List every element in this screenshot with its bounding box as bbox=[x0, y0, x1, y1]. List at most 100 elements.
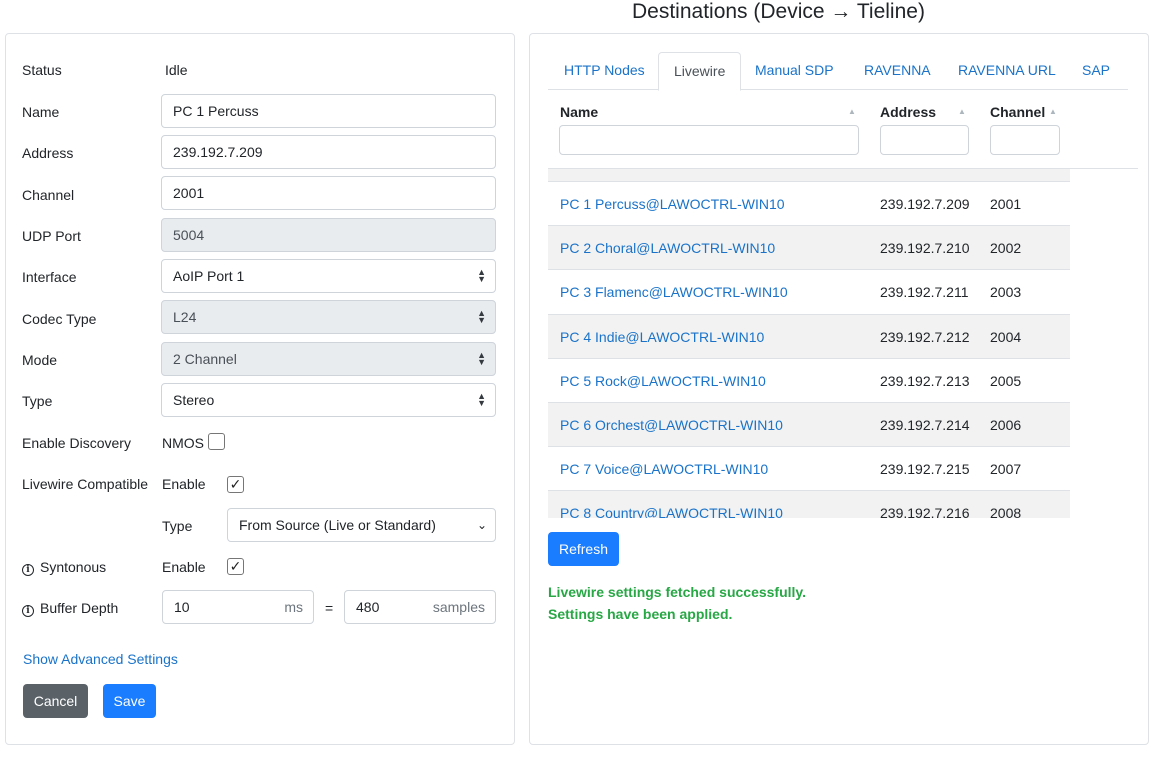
updown-arrows-icon: ▲ ▼ bbox=[477, 267, 486, 284]
table-row[interactable]: PC 1 Percuss@LAWOCTRL-WIN10 239.192.7.20… bbox=[548, 181, 1070, 225]
buffer-ms-input[interactable]: 10 ms bbox=[162, 590, 314, 624]
nmos-checkbox[interactable] bbox=[208, 433, 225, 450]
cancel-button[interactable]: Cancel bbox=[23, 684, 88, 718]
tab-ravenna-url[interactable]: RAVENNA URL bbox=[943, 52, 1071, 90]
sort-arrow-icon[interactable]: ▲ bbox=[848, 107, 856, 116]
source-channel: 2007 bbox=[990, 461, 1022, 477]
table-row[interactable]: PC 4 Indie@LAWOCTRL-WIN10 239.192.7.212 … bbox=[548, 314, 1070, 358]
table-row[interactable]: PC 5 Rock@LAWOCTRL-WIN10 239.192.7.213 2… bbox=[548, 358, 1070, 402]
source-address: 239.192.7.213 bbox=[880, 373, 970, 389]
column-header-channel[interactable]: Channel bbox=[990, 104, 1045, 120]
name-input[interactable]: PC 1 Percuss bbox=[161, 94, 496, 128]
source-channel: 2004 bbox=[990, 329, 1022, 345]
buffer-ms-value: 10 bbox=[174, 599, 190, 615]
source-address: 239.192.7.211 bbox=[880, 284, 969, 300]
type-value: Stereo bbox=[173, 392, 215, 408]
source-name-link[interactable]: PC 7 Voice@LAWOCTRL-WIN10 bbox=[560, 447, 768, 491]
buffer-depth-label-text: Buffer Depth bbox=[40, 600, 119, 616]
address-input[interactable]: 239.192.7.209 bbox=[161, 135, 496, 169]
info-icon[interactable]: i bbox=[22, 564, 34, 576]
table-row[interactable]: PC 6 Orchest@LAWOCTRL-WIN10 239.192.7.21… bbox=[548, 402, 1070, 446]
source-address: 239.192.7.215 bbox=[880, 461, 970, 477]
codec-type-label: Codec Type bbox=[22, 311, 97, 327]
syntonous-enable-label: Enable bbox=[162, 559, 206, 575]
interface-label: Interface bbox=[22, 269, 77, 285]
ms-unit: ms bbox=[284, 599, 303, 615]
livewire-type-value: From Source (Live or Standard) bbox=[239, 517, 436, 533]
source-address: 239.192.7.209 bbox=[880, 196, 970, 212]
tab-http-nodes[interactable]: HTTP Nodes bbox=[549, 52, 660, 90]
mode-value: 2 Channel bbox=[173, 351, 237, 367]
table-row[interactable]: PC 7 Voice@LAWOCTRL-WIN10 239.192.7.215 … bbox=[548, 446, 1070, 490]
tab-ravenna[interactable]: RAVENNA bbox=[849, 52, 946, 90]
nmos-label: NMOS bbox=[162, 435, 204, 451]
name-filter-input[interactable] bbox=[559, 125, 859, 155]
codec-type-value: L24 bbox=[173, 309, 197, 325]
tab-sap[interactable]: SAP bbox=[1067, 52, 1125, 90]
interface-select[interactable]: AoIP Port 1 ▲ ▼ bbox=[161, 259, 496, 293]
samples-unit: samples bbox=[432, 599, 485, 615]
udp-port-input: 5004 bbox=[161, 218, 496, 252]
tab-manual-sdp[interactable]: Manual SDP bbox=[740, 52, 849, 90]
source-name-link[interactable]: PC 8 Country@LAWOCTRL-WIN10 bbox=[560, 491, 783, 518]
source-name-link[interactable]: PC 6 Orchest@LAWOCTRL-WIN10 bbox=[560, 403, 783, 447]
source-address: 239.192.7.212 bbox=[880, 329, 970, 345]
sources-table-body[interactable]: PC 1 Percuss@LAWOCTRL-WIN10 239.192.7.20… bbox=[548, 168, 1070, 518]
equals-sign: = bbox=[325, 600, 334, 616]
source-name-link[interactable]: PC 4 Indie@LAWOCTRL-WIN10 bbox=[560, 315, 764, 359]
source-name-link[interactable]: PC 5 Rock@LAWOCTRL-WIN10 bbox=[560, 359, 766, 403]
address-filter-input[interactable] bbox=[880, 125, 969, 155]
status-value: Idle bbox=[165, 62, 188, 78]
buffer-samples-value: 480 bbox=[356, 599, 380, 615]
column-header-address[interactable]: Address bbox=[880, 104, 936, 120]
type-select[interactable]: Stereo ▲ ▼ bbox=[161, 383, 496, 417]
syntonous-label: i Syntonous bbox=[22, 559, 106, 576]
address-label: Address bbox=[22, 145, 74, 161]
column-header-name[interactable]: Name bbox=[560, 104, 598, 120]
livewire-compatible-label: Livewire Compatible bbox=[22, 476, 149, 492]
source-name-link[interactable]: PC 3 Flamenc@LAWOCTRL-WIN10 bbox=[560, 270, 788, 314]
buffer-samples-input[interactable]: 480 samples bbox=[344, 590, 496, 624]
status-message: Settings have been applied. bbox=[548, 606, 733, 622]
source-channel: 2008 bbox=[990, 505, 1022, 518]
channel-filter-input[interactable] bbox=[990, 125, 1060, 155]
source-name-link[interactable]: PC 2 Choral@LAWOCTRL-WIN10 bbox=[560, 226, 775, 270]
table-row[interactable]: PC 8 Country@LAWOCTRL-WIN10 239.192.7.21… bbox=[548, 490, 1070, 518]
chevron-down-icon: ⌄ bbox=[476, 518, 487, 532]
channel-input[interactable]: 2001 bbox=[161, 176, 496, 210]
livewire-type-select[interactable]: From Source (Live or Standard) ⌄ bbox=[227, 508, 496, 542]
name-label: Name bbox=[22, 104, 60, 120]
info-icon[interactable]: i bbox=[22, 605, 34, 617]
table-row[interactable]: PC 3 Flamenc@LAWOCTRL-WIN10 239.192.7.21… bbox=[548, 269, 1070, 313]
syntonous-enable-checkbox[interactable]: ✓ bbox=[227, 558, 244, 575]
sort-arrow-icon[interactable]: ▲ bbox=[958, 107, 966, 116]
page-title: Destinations (Device → Tieline) bbox=[632, 0, 925, 23]
status-message: Livewire settings fetched successfully. bbox=[548, 584, 807, 600]
syntonous-label-text: Syntonous bbox=[40, 559, 107, 575]
codec-type-select: L24 ▲ ▼ bbox=[161, 300, 496, 334]
updown-arrows-icon: ▲ ▼ bbox=[477, 350, 486, 367]
source-address: 239.192.7.216 bbox=[880, 505, 970, 518]
mode-label: Mode bbox=[22, 352, 58, 368]
checkmark-icon: ✓ bbox=[229, 558, 242, 574]
source-channel: 2005 bbox=[990, 373, 1022, 389]
source-channel: 2002 bbox=[990, 240, 1022, 256]
tab-livewire[interactable]: Livewire bbox=[658, 52, 742, 91]
show-advanced-settings-link[interactable]: Show Advanced Settings bbox=[23, 651, 178, 667]
status-label: Status bbox=[22, 62, 62, 78]
type-label: Type bbox=[22, 393, 53, 409]
enable-discovery-label: Enable Discovery bbox=[22, 435, 131, 451]
save-button[interactable]: Save bbox=[103, 684, 156, 718]
source-channel: 2003 bbox=[990, 284, 1022, 300]
updown-arrows-icon: ▲ ▼ bbox=[477, 391, 486, 408]
refresh-button[interactable]: Refresh bbox=[548, 532, 619, 566]
livewire-enable-checkbox[interactable]: ✓ bbox=[227, 476, 244, 493]
source-name-link[interactable]: PC 1 Percuss@LAWOCTRL-WIN10 bbox=[560, 182, 785, 226]
source-address: 239.192.7.214 bbox=[880, 417, 970, 433]
livewire-enable-label: Enable bbox=[162, 476, 206, 492]
source-address: 239.192.7.210 bbox=[880, 240, 970, 256]
sort-arrow-icon[interactable]: ▲ bbox=[1049, 107, 1057, 116]
interface-value: AoIP Port 1 bbox=[173, 268, 245, 284]
table-row[interactable]: PC 2 Choral@LAWOCTRL-WIN10 239.192.7.210… bbox=[548, 225, 1070, 269]
source-tabs: HTTP Nodes Livewire Manual SDP RAVENNA R… bbox=[548, 52, 1128, 91]
